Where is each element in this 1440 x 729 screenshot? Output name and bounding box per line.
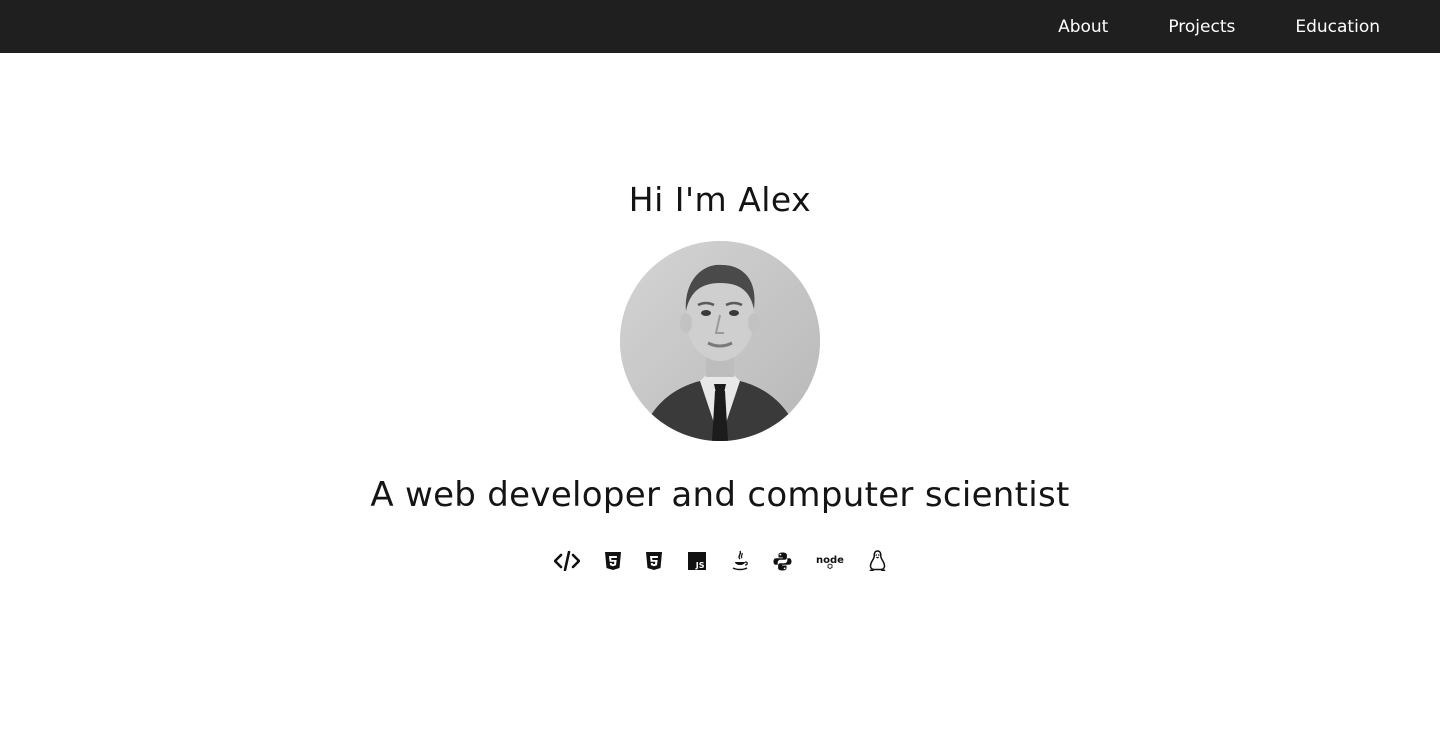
html5-icon bbox=[604, 548, 622, 574]
profile-photo bbox=[620, 241, 820, 441]
nodejs-icon: node bbox=[815, 548, 844, 574]
hero-title: Hi I'm Alex bbox=[628, 180, 812, 219]
hero-section: Hi I'm Alex A web developer and computer… bbox=[0, 53, 1440, 729]
tech-icons-row: JS node bbox=[0, 548, 1440, 574]
nav-link-education[interactable]: Education bbox=[1295, 17, 1380, 37]
python-icon bbox=[772, 548, 792, 574]
css3-icon bbox=[645, 548, 663, 574]
tagline: A web developer and computer scientist bbox=[370, 475, 1070, 515]
nav-link-about[interactable]: About bbox=[1058, 17, 1108, 37]
nav-link-projects[interactable]: Projects bbox=[1168, 17, 1235, 37]
javascript-icon-text: JS bbox=[695, 561, 705, 570]
code-icon bbox=[553, 548, 580, 574]
top-navbar: About Projects Education bbox=[0, 0, 1440, 53]
avatar bbox=[620, 241, 820, 441]
nav-links: About Projects Education bbox=[1058, 0, 1380, 53]
javascript-icon: JS bbox=[688, 548, 706, 574]
linux-icon bbox=[867, 548, 888, 574]
java-icon bbox=[730, 548, 749, 574]
